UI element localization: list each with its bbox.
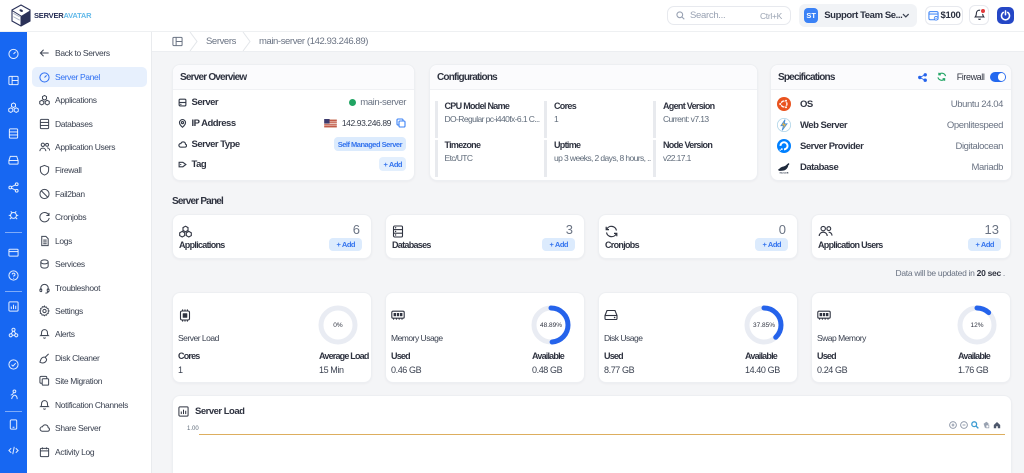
svg-text:MariaDB: MariaDB	[780, 173, 789, 174]
